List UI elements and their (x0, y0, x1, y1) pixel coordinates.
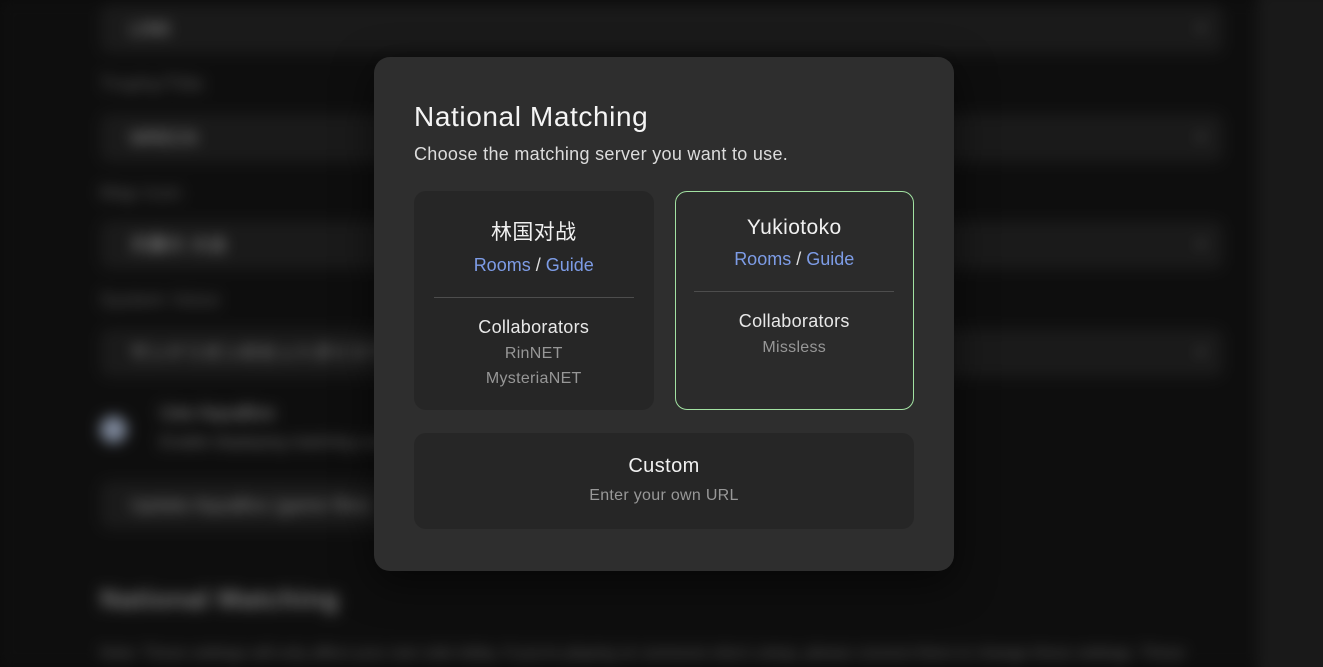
card-divider (434, 297, 634, 298)
collaborator-name: MysteriaNET (415, 370, 653, 388)
guide-link[interactable]: Guide (546, 255, 594, 275)
trophy-title-value: WRECK (130, 128, 199, 148)
national-matching-modal: National Matching Choose the matching se… (374, 57, 954, 571)
rooms-link[interactable]: Rooms (474, 255, 531, 275)
collaborator-name: Missless (676, 339, 914, 357)
links-separator: / (796, 249, 801, 269)
system-voice-label: System Voice (100, 290, 220, 312)
server-name: 林国对战 (415, 216, 653, 246)
server-name: Yukiotoko (676, 216, 914, 240)
map-icon-value: 天翼の 大会 (130, 235, 227, 255)
system-voice-value: サンドリオンのセットボイスです (130, 343, 405, 363)
settings-note: Note: These settings will only affect yo… (100, 645, 1220, 663)
chevron-down-icon: ▾ (1197, 5, 1205, 53)
setting-input-1-value: LINK (130, 19, 172, 39)
card-divider (694, 291, 894, 292)
server-card-linguo[interactable]: 林国对战 Rooms / Guide Collaborators RinNET … (414, 191, 654, 410)
chevron-down-icon: ▾ (1197, 114, 1205, 162)
collaborators-label: Collaborators (676, 311, 914, 332)
trophy-title-label: Trophy/Title (100, 74, 204, 96)
map-icon-label: Map Icon (100, 183, 181, 205)
screen: LINK ▾ Trophy/Title WRECK ▾ Map Icon 天翼の… (0, 0, 1323, 667)
setting-input-1: LINK ▾ (100, 5, 1223, 53)
server-links: Rooms / Guide (676, 249, 914, 270)
custom-server-card[interactable]: Custom Enter your own URL (414, 433, 914, 529)
links-separator: / (536, 255, 541, 275)
use-aquabox-checkbox (100, 416, 127, 443)
server-card-yukiotoko[interactable]: Yukiotoko Rooms / Guide Collaborators Mi… (675, 191, 915, 410)
modal-subtitle: Choose the matching server you want to u… (414, 144, 914, 165)
modal-title: National Matching (414, 101, 914, 133)
national-matching-section-heading: National Matching (100, 584, 339, 615)
collaborator-name: RinNET (415, 345, 653, 363)
use-aquabox-label: Use AquaBox (160, 403, 275, 425)
rooms-link[interactable]: Rooms (734, 249, 791, 269)
custom-card-subtitle: Enter your own URL (414, 487, 914, 505)
server-links: Rooms / Guide (415, 255, 653, 276)
custom-card-title: Custom (414, 455, 914, 478)
guide-link[interactable]: Guide (806, 249, 854, 269)
chevron-down-icon: ▾ (1197, 329, 1205, 377)
server-options-row: 林国对战 Rooms / Guide Collaborators RinNET … (414, 191, 914, 410)
page-right-gutter (1258, 0, 1323, 667)
chevron-down-icon: ▾ (1197, 221, 1205, 269)
collaborators-label: Collaborators (415, 317, 653, 338)
